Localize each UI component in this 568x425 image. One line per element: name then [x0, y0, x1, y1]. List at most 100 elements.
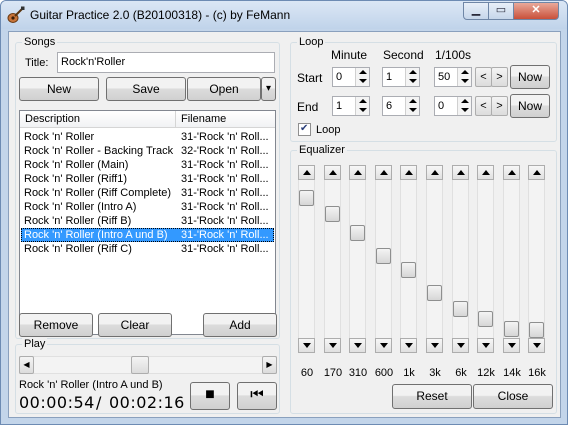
eq-up-arrow-icon[interactable] — [375, 165, 392, 180]
eq-up-arrow-icon[interactable] — [528, 165, 545, 180]
eq-up-arrow-icon[interactable] — [452, 165, 469, 180]
list-item[interactable]: Rock 'n' Roller (Riff Complete) 31-'Rock … — [21, 186, 274, 200]
eq-down-arrow-icon[interactable] — [503, 338, 520, 353]
eq-down-arrow-icon[interactable] — [452, 338, 469, 353]
eq-thumb[interactable] — [376, 248, 391, 264]
total-time: 00:02:16 — [109, 393, 185, 412]
close-window-button[interactable]: ✕ — [513, 2, 559, 20]
list-item[interactable]: Rock 'n' Roller 31-'Rock 'n' Roll... — [21, 130, 274, 144]
eq-slider[interactable] — [426, 165, 443, 353]
add-button[interactable]: Add — [203, 313, 277, 337]
spinner-arrows-icon[interactable] — [405, 97, 419, 115]
eq-up-arrow-icon[interactable] — [426, 165, 443, 180]
clear-button[interactable]: Clear — [98, 313, 172, 337]
list-item[interactable]: Rock 'n' Roller (Riff1) 31-'Rock 'n' Roll… — [21, 172, 274, 186]
list-item[interactable]: Rock 'n' Roller - Backing Track 32-'Rock … — [21, 144, 274, 158]
spinner-arrows-icon[interactable] — [355, 68, 369, 86]
list-item[interactable]: Rock 'n' Roller (Main) 31-'Rock 'n' Roll.… — [21, 158, 274, 172]
maximize-button[interactable]: ▭ — [488, 2, 514, 20]
list-item[interactable]: Rock 'n' Roller (Intro A) 31-'Rock 'n' Ro… — [21, 200, 274, 214]
end-second-spinner[interactable]: 6 — [382, 96, 420, 116]
rewind-button[interactable]: ⏮ — [237, 382, 277, 410]
eq-up-arrow-icon[interactable] — [477, 165, 494, 180]
position-thumb[interactable] — [131, 356, 149, 374]
column-header-filename[interactable]: Filename — [181, 113, 226, 125]
eq-down-arrow-icon[interactable] — [298, 338, 315, 353]
eq-slider[interactable] — [298, 165, 315, 353]
eq-track[interactable] — [503, 180, 520, 338]
eq-thumb[interactable] — [325, 206, 340, 222]
title-bar[interactable]: Guitar Practice 2.0 (B20100318) - (c) by… — [1, 1, 567, 29]
reset-button[interactable]: Reset — [392, 384, 472, 409]
end-minute-spinner[interactable]: 1 — [332, 96, 370, 116]
eq-slider[interactable] — [477, 165, 494, 353]
start-second-spinner[interactable]: 1 — [382, 67, 420, 87]
eq-up-arrow-icon[interactable] — [298, 165, 315, 180]
eq-thumb[interactable] — [401, 262, 416, 278]
eq-thumb[interactable] — [350, 225, 365, 241]
eq-thumb[interactable] — [427, 285, 442, 301]
eq-track[interactable] — [349, 180, 366, 338]
eq-track[interactable] — [426, 180, 443, 338]
start-minute-spinner[interactable]: 0 — [332, 67, 370, 87]
start-now-button[interactable]: Now — [510, 65, 550, 89]
minimize-button[interactable]: ▁ — [463, 2, 489, 20]
slider-left-arrow[interactable]: ◀ — [19, 356, 34, 374]
songs-list[interactable]: Description Filename Rock 'n' Roller 31-'… — [19, 110, 276, 335]
open-dropdown-button[interactable]: ▾ — [261, 77, 276, 101]
list-item[interactable]: Rock 'n' Roller (Riff C) 31-'Rock 'n' Rol… — [21, 242, 274, 256]
remove-button[interactable]: Remove — [19, 313, 93, 337]
eq-track[interactable] — [528, 180, 545, 338]
stop-button[interactable]: ■ — [190, 382, 230, 410]
eq-thumb[interactable] — [299, 190, 314, 206]
start-prev-button[interactable]: < — [475, 67, 492, 87]
eq-down-arrow-icon[interactable] — [400, 338, 417, 353]
title-input[interactable]: Rock'n'Roller — [57, 52, 275, 73]
list-item[interactable]: Rock 'n' Roller (Intro A und B) 31-'Rock … — [21, 228, 274, 242]
spinner-arrows-icon[interactable] — [355, 97, 369, 115]
list-item[interactable]: Rock 'n' Roller (Riff B) 31-'Rock 'n' Rol… — [21, 214, 274, 228]
end-next-button[interactable]: > — [491, 96, 508, 116]
loop-checkbox-label[interactable]: Loop — [316, 124, 340, 136]
column-divider[interactable] — [175, 111, 176, 128]
end-hundredths-spinner[interactable]: 0 — [434, 96, 472, 116]
spinner-arrows-icon[interactable] — [457, 97, 471, 115]
eq-slider[interactable] — [349, 165, 366, 353]
open-button[interactable]: Open — [187, 77, 261, 101]
eq-slider[interactable] — [528, 165, 545, 353]
spinner-arrows-icon[interactable] — [457, 68, 471, 86]
eq-down-arrow-icon[interactable] — [426, 338, 443, 353]
eq-up-arrow-icon[interactable] — [349, 165, 366, 180]
eq-up-arrow-icon[interactable] — [400, 165, 417, 180]
position-slider[interactable]: ◀ ▶ — [19, 356, 277, 374]
end-prev-button[interactable]: < — [475, 96, 492, 116]
start-hundredths-spinner[interactable]: 50 — [434, 67, 472, 87]
eq-thumb[interactable] — [504, 321, 519, 337]
eq-up-arrow-icon[interactable] — [324, 165, 341, 180]
start-next-button[interactable]: > — [491, 67, 508, 87]
eq-thumb[interactable] — [529, 322, 544, 338]
new-button[interactable]: New — [19, 77, 99, 101]
column-header-description[interactable]: Description — [25, 113, 80, 125]
eq-track[interactable] — [324, 180, 341, 338]
save-button[interactable]: Save — [106, 77, 186, 101]
end-now-button[interactable]: Now — [510, 94, 550, 118]
eq-slider[interactable] — [375, 165, 392, 353]
close-button[interactable]: Close — [473, 384, 553, 409]
eq-down-arrow-icon[interactable] — [349, 338, 366, 353]
eq-down-arrow-icon[interactable] — [324, 338, 341, 353]
eq-slider[interactable] — [503, 165, 520, 353]
eq-down-arrow-icon[interactable] — [528, 338, 545, 353]
eq-up-arrow-icon[interactable] — [503, 165, 520, 180]
eq-slider[interactable] — [324, 165, 341, 353]
eq-thumb[interactable] — [478, 311, 493, 327]
spinner-arrows-icon[interactable] — [405, 68, 419, 86]
eq-slider[interactable] — [400, 165, 417, 353]
eq-slider[interactable] — [452, 165, 469, 353]
eq-down-arrow-icon[interactable] — [477, 338, 494, 353]
eq-track[interactable] — [400, 180, 417, 338]
eq-down-arrow-icon[interactable] — [375, 338, 392, 353]
eq-thumb[interactable] — [453, 301, 468, 317]
slider-right-arrow[interactable]: ▶ — [262, 356, 277, 374]
loop-checkbox[interactable]: ✔ — [298, 123, 311, 136]
